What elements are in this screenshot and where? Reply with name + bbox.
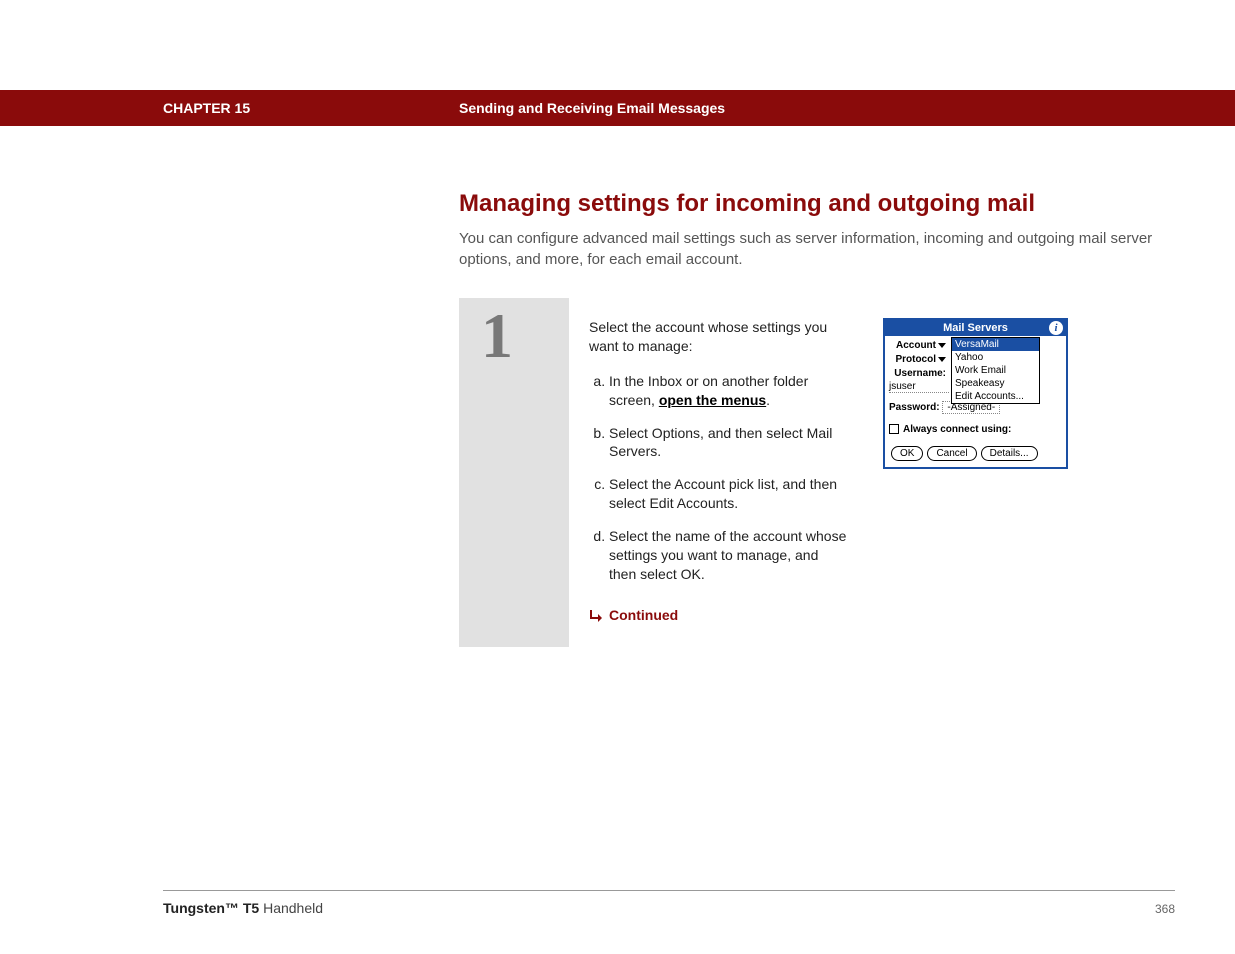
section-heading: Managing settings for incoming and outgo…	[459, 190, 1179, 218]
section-subtitle: You can configure advanced mail settings…	[459, 228, 1179, 270]
palm-screenshot: Mail Servers i Account Protocol Username…	[883, 318, 1068, 469]
palm-title-bar: Mail Servers i	[885, 320, 1066, 336]
chapter-title: Sending and Receiving Email Messages	[459, 100, 725, 116]
footer-brand-rest: Handheld	[259, 900, 323, 916]
account-picklist[interactable]: Account	[896, 340, 946, 351]
footer-brand: Tungsten™ T5 Handheld	[163, 900, 323, 916]
always-connect-checkbox[interactable]	[889, 424, 899, 434]
footer-brand-bold: Tungsten™ T5	[163, 900, 259, 916]
step-a-suffix: .	[766, 392, 770, 408]
step-number: 1	[459, 298, 569, 647]
always-connect-label: Always connect using:	[903, 424, 1011, 435]
step-item-c: Select the Account pick list, and then s…	[609, 475, 849, 513]
chapter-header-bar: CHAPTER 15 Sending and Receiving Email M…	[0, 90, 1235, 126]
password-label: Password:	[889, 402, 940, 413]
palm-top-area: Account Protocol Username: jsuser Ver	[889, 338, 1062, 394]
step-item-d: Select the name of the account whose set…	[609, 527, 849, 584]
account-dropdown-menu: VersaMail Yahoo Work Email Speakeasy Edi…	[951, 337, 1040, 404]
info-icon[interactable]: i	[1049, 321, 1063, 335]
palm-buttons: OK Cancel Details...	[889, 446, 1062, 461]
step-body: Select the account whose settings you wa…	[569, 298, 1179, 647]
step-text: Select the account whose settings you wa…	[589, 318, 849, 625]
palm-body: Account Protocol Username: jsuser Ver	[885, 336, 1066, 467]
palm-title-text: Mail Servers	[943, 322, 1008, 334]
step-list: In the Inbox or on another folder screen…	[589, 372, 849, 584]
chevron-down-icon	[938, 357, 946, 362]
step-container: 1 Select the account whose settings you …	[459, 298, 1179, 647]
continued-label: Continued	[609, 606, 678, 625]
details-button[interactable]: Details...	[981, 446, 1038, 461]
continued-arrow-icon	[589, 608, 603, 622]
username-label: Username:	[889, 368, 949, 379]
page-number: 368	[1155, 902, 1175, 916]
step-lead: Select the account whose settings you wa…	[589, 318, 849, 356]
chevron-down-icon	[938, 343, 946, 348]
continued-row: Continued	[589, 606, 849, 625]
cancel-button[interactable]: Cancel	[927, 446, 976, 461]
footer-divider	[163, 890, 1175, 891]
username-value[interactable]: jsuser	[889, 381, 949, 393]
open-menus-link[interactable]: open the menus	[659, 392, 766, 408]
menu-item-yahoo[interactable]: Yahoo	[952, 351, 1039, 364]
menu-item-workemail[interactable]: Work Email	[952, 364, 1039, 377]
chapter-label: CHAPTER 15	[163, 100, 250, 116]
menu-item-speakeasy[interactable]: Speakeasy	[952, 377, 1039, 390]
step-item-a: In the Inbox or on another folder screen…	[609, 372, 849, 410]
menu-item-versamail[interactable]: VersaMail	[952, 338, 1039, 351]
content-area: Managing settings for incoming and outgo…	[459, 190, 1179, 647]
protocol-picklist[interactable]: Protocol	[895, 354, 946, 365]
menu-item-editaccounts[interactable]: Edit Accounts...	[952, 390, 1039, 403]
step-item-b: Select Options, and then select Mail Ser…	[609, 424, 849, 462]
ok-button[interactable]: OK	[891, 446, 923, 461]
